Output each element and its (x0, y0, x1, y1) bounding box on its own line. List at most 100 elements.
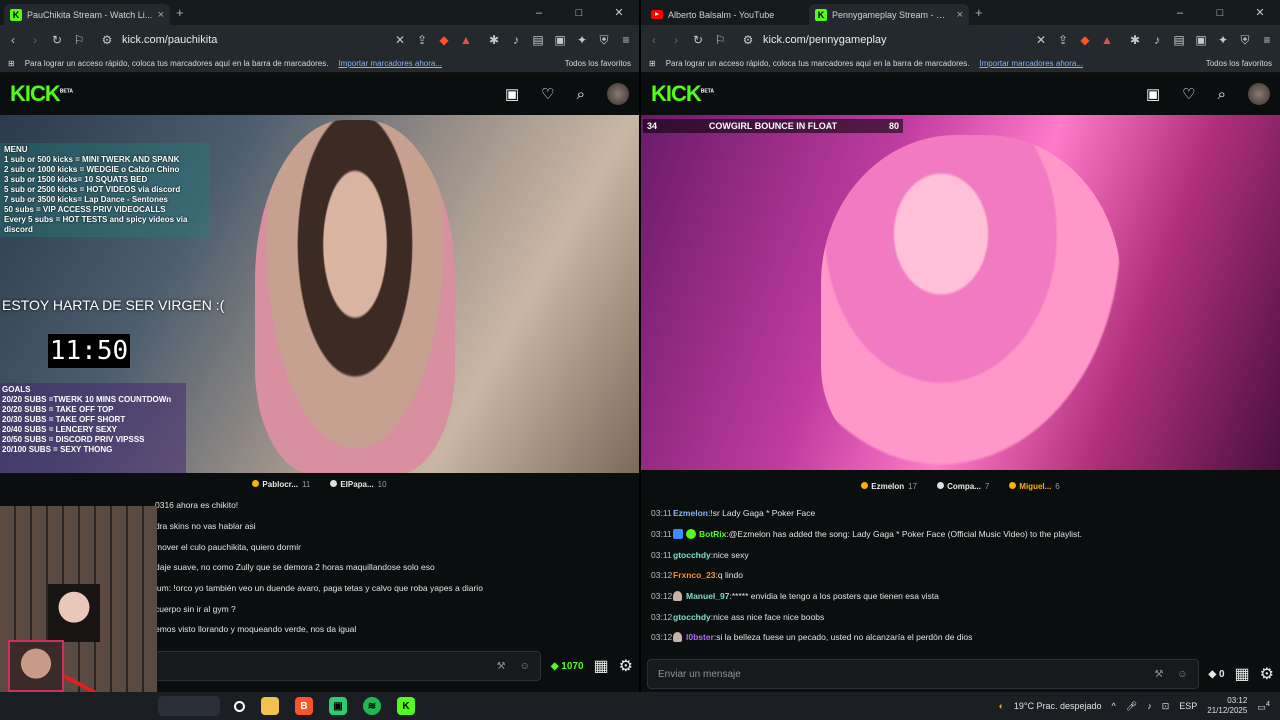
url-field[interactable]: ⚙ kick.com/pauchikita ✕ ⇪ ◆ ▲ (94, 29, 479, 51)
all-bookmarks[interactable]: Todos los favoritos (565, 59, 631, 68)
extension-icon[interactable]: ✱ (1128, 33, 1142, 47)
video-player[interactable]: 34 COWGIRL BOUNCE IN FLOAT 80 (641, 115, 1280, 470)
leo-icon[interactable]: ✦ (1216, 33, 1230, 47)
brave-rewards-icon[interactable]: ▲ (1100, 33, 1114, 47)
tab-youtube[interactable]: Alberto Balsalm - YouTube (645, 4, 809, 25)
language-indicator[interactable]: ESP (1179, 701, 1197, 711)
sidebar-icon[interactable]: ▤ (1172, 33, 1186, 47)
browse-icon[interactable]: ▣ (505, 85, 519, 103)
close-tab-icon[interactable]: × (158, 9, 164, 21)
apps-icon[interactable]: ⊞ (8, 59, 15, 68)
close-window-icon[interactable]: ✕ (1240, 6, 1280, 19)
apps-icon[interactable]: ⊞ (649, 59, 656, 68)
kick-logo[interactable]: KICKBETA (651, 81, 714, 107)
site-info-icon[interactable]: ⚙ (100, 33, 114, 47)
emote-icon[interactable]: ⚒ (497, 661, 506, 672)
reload-icon[interactable]: ↻ (50, 33, 64, 47)
kick-app-icon[interactable]: K (397, 697, 415, 715)
new-tab-icon[interactable]: + (176, 5, 184, 20)
top-viewer[interactable]: ElPapa... 10 (330, 479, 387, 489)
kicks-balance[interactable]: ◆ 0 (1209, 669, 1225, 680)
clock[interactable]: 03:12 21/12/2025 (1207, 696, 1247, 716)
top-viewer[interactable]: Ezmelon 17 (861, 482, 917, 491)
maximize-icon[interactable]: □ (559, 7, 599, 19)
bookmark-icon[interactable]: ⚐ (72, 33, 86, 47)
weather-text[interactable]: 19°C Prac. despejado (1014, 701, 1102, 711)
chat-username[interactable]: l0bster (686, 632, 714, 642)
tab-pennygameplay[interactable]: K Pennygameplay Stream - Wat... × (809, 4, 969, 25)
chat-input[interactable]: ⚒ ☺ (155, 651, 541, 681)
settings-gear-icon[interactable]: ⚙ (619, 656, 633, 676)
user-avatar[interactable] (1248, 83, 1270, 105)
following-heart-icon[interactable]: ♡ (1182, 85, 1195, 103)
chat-username[interactable]: BotRix (699, 529, 726, 539)
site-info-icon[interactable]: ⚙ (741, 33, 755, 47)
share-icon[interactable]: ⇪ (415, 33, 429, 47)
emoji-icon[interactable]: ☺ (1177, 669, 1187, 680)
store-icon[interactable]: ▦ (594, 656, 609, 676)
kicks-balance[interactable]: ◆ 1070 (551, 661, 584, 672)
emote-icon[interactable]: ⚒ (1154, 669, 1163, 680)
store-icon[interactable]: ▦ (1235, 664, 1250, 684)
user-avatar[interactable] (607, 83, 629, 105)
menu-icon[interactable]: ≡ (619, 33, 633, 47)
close-tab-icon[interactable]: × (957, 9, 963, 21)
brave-rewards-icon[interactable]: ▲ (459, 33, 473, 47)
chat-input[interactable]: Enviar un mensaje ⚒ ☺ (647, 659, 1199, 689)
music-icon[interactable]: ♪ (1150, 33, 1164, 47)
share-icon[interactable]: ⇪ (1056, 33, 1070, 47)
minimize-icon[interactable]: – (519, 7, 559, 19)
wallet-icon[interactable]: ▣ (553, 33, 567, 47)
chat-username[interactable]: gtocchdy (673, 550, 711, 560)
sidebar-icon[interactable]: ▤ (531, 33, 545, 47)
mute-icon[interactable]: ✕ (1034, 33, 1048, 47)
reload-icon[interactable]: ↻ (691, 33, 705, 47)
file-explorer-icon[interactable] (261, 697, 279, 715)
notifications-icon[interactable]: ▭4 (1257, 699, 1270, 713)
following-heart-icon[interactable]: ♡ (541, 85, 554, 103)
forward-icon[interactable]: › (669, 33, 683, 47)
bookmark-icon[interactable]: ⚐ (713, 33, 727, 47)
brave-icon[interactable]: B (295, 697, 313, 715)
mute-icon[interactable]: ✕ (393, 33, 407, 47)
new-tab-icon[interactable]: + (975, 5, 983, 20)
leo-icon[interactable]: ✦ (575, 33, 589, 47)
import-bookmarks-link[interactable]: Importar marcadores ahora... (338, 59, 442, 68)
chat-username[interactable]: Frxnco_23 (673, 570, 716, 580)
search-icon[interactable]: ⌕ (577, 86, 585, 103)
video-player[interactable]: MENU 1 sub or 500 kicks = MINI TWERK AND … (0, 115, 639, 473)
forward-icon[interactable]: › (28, 33, 42, 47)
tab-pauchikita[interactable]: K PauChikita Stream - Watch Li... × (4, 4, 170, 25)
network-icon[interactable]: ⊡ (1162, 701, 1170, 712)
chat-username[interactable]: Ezmelon (673, 508, 708, 518)
menu-icon[interactable]: ≡ (1260, 33, 1274, 47)
mic-icon[interactable]: 🎤︎ (1126, 701, 1137, 712)
top-viewer[interactable]: Miguel... 6 (1009, 482, 1060, 491)
wallet-icon[interactable]: ▣ (1194, 33, 1208, 47)
vpn-icon[interactable]: ⛨ (597, 33, 611, 48)
app-green-icon[interactable]: ▣ (329, 697, 347, 715)
back-icon[interactable]: ‹ (647, 33, 661, 47)
chat-username[interactable]: Manuel_97 (686, 591, 729, 601)
tray-chevron-icon[interactable]: ^ (1112, 701, 1116, 711)
music-icon[interactable]: ♪ (509, 33, 523, 47)
chat-username[interactable]: gtocchdy (673, 612, 711, 622)
weather-icon[interactable]: ◐ (998, 701, 1003, 711)
kick-logo[interactable]: KICKBETA (10, 81, 73, 107)
maximize-icon[interactable]: □ (1200, 7, 1240, 19)
extension-icon[interactable]: ✱ (487, 33, 501, 47)
settings-gear-icon[interactable]: ⚙ (1260, 664, 1274, 684)
spotify-icon[interactable]: ≋ (363, 697, 381, 715)
back-icon[interactable]: ‹ (6, 33, 20, 47)
all-bookmarks[interactable]: Todos los favoritos (1206, 59, 1272, 68)
vpn-icon[interactable]: ⛨ (1238, 33, 1252, 48)
minimize-icon[interactable]: – (1160, 7, 1200, 19)
search-icon[interactable]: ⌕ (1218, 86, 1226, 103)
top-viewer[interactable]: Pablocr... 11 (252, 479, 310, 489)
speaker-icon[interactable]: ♪ (1147, 701, 1152, 711)
top-viewer[interactable]: Compa... 7 (937, 482, 989, 491)
taskbar-search[interactable] (158, 696, 220, 716)
brave-shield-icon[interactable]: ◆ (437, 33, 451, 47)
url-field[interactable]: ⚙ kick.com/pennygameplay ✕ ⇪ ◆ ▲ (735, 29, 1120, 51)
close-window-icon[interactable]: ✕ (599, 6, 639, 19)
